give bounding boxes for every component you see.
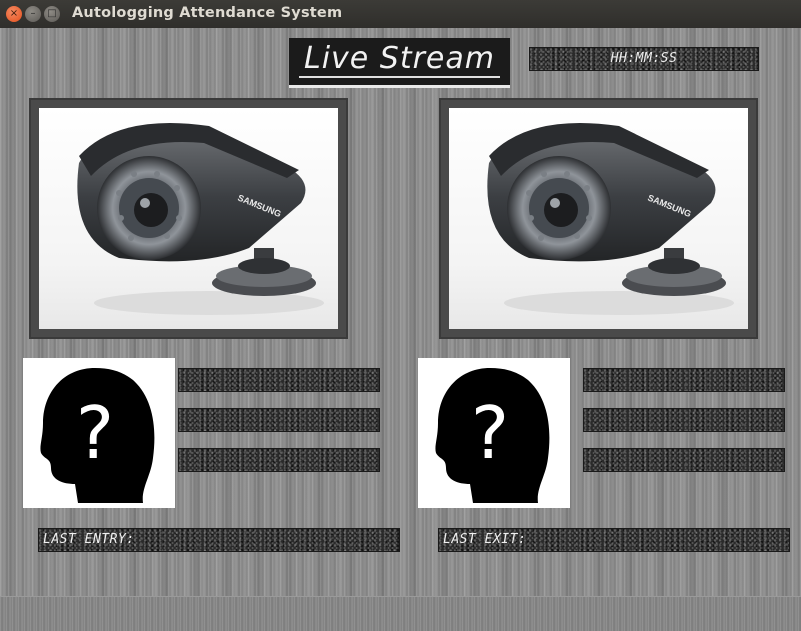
last-entry-bar: LAST ENTRY: [38, 528, 400, 552]
person-photo-left: ? [23, 358, 175, 508]
person-photo-right: ? [418, 358, 570, 508]
unknown-person-icon: ? [435, 368, 550, 503]
camera-image-right: SAMSUNG [449, 108, 748, 329]
cctv-camera-icon: SAMSUNG [487, 122, 734, 315]
info-field-left-2 [178, 408, 380, 432]
app-window: × – □ Autologging Attendance System Live… [0, 0, 801, 631]
maximize-window-button[interactable]: □ [44, 6, 60, 22]
bottom-strip [0, 596, 801, 631]
info-field-left-1 [178, 368, 380, 392]
last-entry-label: LAST ENTRY: [43, 532, 135, 547]
camera-feed-right: SAMSUNG [439, 98, 758, 339]
last-exit-bar: LAST EXIT: [438, 528, 790, 552]
window-title: Autologging Attendance System [72, 5, 343, 21]
info-field-right-2 [583, 408, 785, 432]
minimize-window-button[interactable]: – [25, 6, 41, 22]
camera-feed-left: SAMSUNG [29, 98, 348, 339]
question-mark-left: ? [76, 391, 114, 475]
close-window-button[interactable]: × [6, 6, 22, 22]
live-stream-underline [299, 76, 500, 78]
main-content: Live Stream HH:MM:SS SAMSUNG SAMSUNG ? ?… [0, 28, 801, 631]
clock-display: HH:MM:SS [529, 47, 759, 71]
camera-image-left: SAMSUNG [39, 108, 338, 329]
unknown-person-icon: ? [40, 368, 155, 503]
info-field-right-3 [583, 448, 785, 472]
info-field-right-1 [583, 368, 785, 392]
info-field-left-3 [178, 448, 380, 472]
last-exit-label: LAST EXIT: [443, 532, 527, 547]
question-mark-right: ? [471, 391, 509, 475]
cctv-camera-icon: SAMSUNG [77, 122, 324, 315]
title-bar: × – □ Autologging Attendance System [0, 0, 801, 28]
live-stream-label: Live Stream [304, 41, 495, 76]
clock-text: HH:MM:SS [610, 51, 678, 66]
live-stream-banner: Live Stream [289, 38, 510, 88]
